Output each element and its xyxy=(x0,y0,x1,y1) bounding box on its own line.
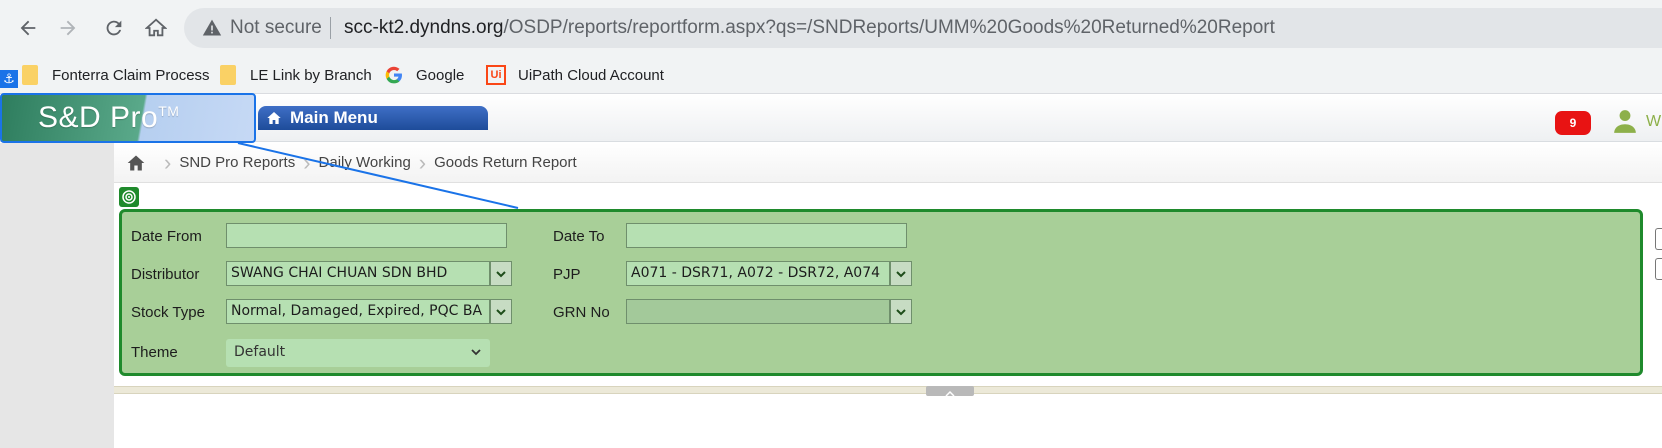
grn-field[interactable] xyxy=(626,299,890,324)
home-icon xyxy=(145,18,167,37)
grn-label: GRN No xyxy=(553,304,610,321)
pjp-dropdown-button[interactable] xyxy=(890,261,912,286)
app-logo[interactable]: S&D ProTM xyxy=(0,93,256,143)
anchor-icon[interactable]: ⚓ xyxy=(0,70,18,88)
forward-arrow-icon xyxy=(60,20,76,36)
date-from-field[interactable] xyxy=(226,223,507,248)
stock-type-label: Stock Type xyxy=(131,304,205,321)
stock-type-dropdown-button[interactable] xyxy=(490,299,512,324)
url-text: scc-kt2.dyndns.org/OSDP/reports/reportfo… xyxy=(344,17,1275,39)
panel-splitter xyxy=(114,386,1662,394)
date-to-label: Date To xyxy=(553,228,605,245)
breadcrumb-item-reports[interactable]: SND Pro Reports xyxy=(179,154,295,171)
bookmark-label: Fonterra Claim Process xyxy=(52,66,210,84)
folder-icon xyxy=(220,65,236,85)
bookmark-label: UiPath Cloud Account xyxy=(518,66,664,84)
notification-badge[interactable]: 9 xyxy=(1555,111,1591,135)
bookmark-uipath[interactable]: Ui UiPath Cloud Account xyxy=(486,63,664,87)
chevron-down-icon xyxy=(896,308,906,315)
back-button[interactable] xyxy=(10,10,46,46)
reload-icon xyxy=(106,20,122,36)
grn-dropdown-button[interactable] xyxy=(890,299,912,324)
right-edge-control[interactable] xyxy=(1655,258,1662,280)
date-from-label: Date From xyxy=(131,228,202,245)
user-name[interactable]: W xyxy=(1646,113,1661,131)
warning-icon xyxy=(202,19,222,36)
bookmark-fonterra[interactable]: Fonterra Claim Process xyxy=(22,63,210,87)
chevron-down-icon xyxy=(471,349,481,356)
breadcrumb-item-daily-working[interactable]: Daily Working xyxy=(319,154,411,171)
browser-toolbar: Not secure scc-kt2.dyndns.org/OSDP/repor… xyxy=(0,0,1662,56)
pjp-label: PJP xyxy=(553,266,581,283)
breadcrumb-separator: › xyxy=(303,149,311,175)
chevron-up-icon xyxy=(945,390,955,397)
breadcrumb: › SND Pro Reports › Daily Working › Good… xyxy=(114,143,1662,183)
breadcrumb-separator: › xyxy=(164,149,172,175)
logo-text: S&D ProTM xyxy=(38,101,179,135)
folder-icon xyxy=(22,65,38,85)
breadcrumb-item-goods-return: Goods Return Report xyxy=(434,154,577,171)
uipath-icon: Ui xyxy=(486,65,506,85)
pjp-field[interactable]: A071 - DSR71, A072 - DSR72, A074 xyxy=(626,261,890,286)
distributor-field[interactable]: SWANG CHAI CHUAN SDN BHD xyxy=(226,261,490,286)
bookmark-google[interactable]: Google xyxy=(384,63,464,87)
bookmark-label: LE Link by Branch xyxy=(250,66,372,84)
logo-trademark: TM xyxy=(158,103,180,119)
url-host: scc-kt2.dyndns.org xyxy=(344,17,504,38)
right-edge-control[interactable] xyxy=(1655,228,1662,250)
back-arrow-icon xyxy=(20,20,36,36)
bookmark-le-link[interactable]: LE Link by Branch xyxy=(220,63,372,87)
url-path: /OSDP/reports/reportform.aspx?qs=/SNDRep… xyxy=(503,17,1275,38)
not-secure-label: Not secure xyxy=(230,17,322,38)
report-parameters-panel: Date From Date To Distributor SWANG CHAI… xyxy=(119,209,1643,376)
stock-type-field[interactable]: Normal, Damaged, Expired, PQC BA xyxy=(226,299,490,324)
chevron-down-icon xyxy=(496,308,506,315)
user-icon[interactable] xyxy=(1612,108,1638,134)
chevron-down-icon xyxy=(896,270,906,277)
chevron-down-icon xyxy=(496,270,506,277)
forward-button[interactable] xyxy=(50,10,86,46)
theme-select[interactable]: Default xyxy=(226,339,490,367)
logo-name: S&D Pro xyxy=(38,101,159,134)
home-button[interactable] xyxy=(138,10,174,46)
home-icon xyxy=(267,112,281,124)
bookmark-label: Google xyxy=(416,66,465,84)
breadcrumb-separator: › xyxy=(418,149,427,175)
breadcrumb-home-icon[interactable] xyxy=(126,153,146,173)
bookmarks-bar: Fonterra Claim Process LE Link by Branch… xyxy=(0,56,1662,94)
collapse-panel-handle[interactable] xyxy=(926,386,974,397)
google-icon xyxy=(385,66,402,84)
target-icon[interactable] xyxy=(119,187,139,207)
distributor-dropdown-button[interactable] xyxy=(490,261,512,286)
left-gutter xyxy=(0,143,114,448)
main-menu-button[interactable]: Main Menu xyxy=(258,106,488,130)
main-menu-label: Main Menu xyxy=(290,108,378,127)
theme-select-value: Default xyxy=(234,344,286,360)
address-bar[interactable]: Not secure scc-kt2.dyndns.org/OSDP/repor… xyxy=(184,8,1662,48)
theme-label: Theme xyxy=(131,344,178,361)
omnibox-separator xyxy=(330,17,331,39)
reload-button[interactable] xyxy=(96,10,132,46)
date-to-field[interactable] xyxy=(626,223,907,248)
distributor-label: Distributor xyxy=(131,266,200,283)
